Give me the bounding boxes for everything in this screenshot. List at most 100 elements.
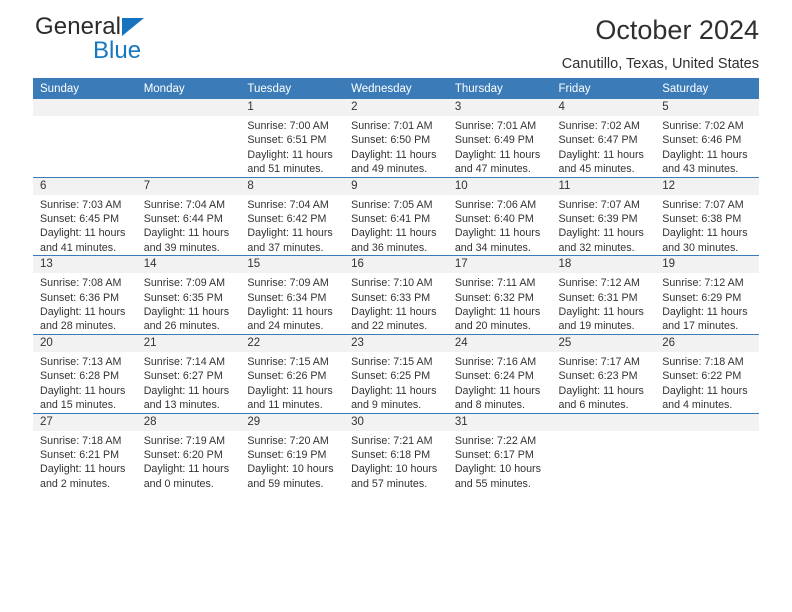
- calendar-day-cell[interactable]: 23 Sunrise: 7:15 AM Sunset: 6:25 PM Dayligh…: [344, 333, 448, 413]
- day-number: 18: [551, 256, 656, 274]
- sunset-text: Sunset: 6:45 PM: [40, 213, 120, 226]
- calendar-day-cell[interactable]: 1 Sunrise: 7:00 AM Sunset: 6:51 PM Daylight…: [240, 99, 345, 177]
- sunset-text: Sunset: 6:44 PM: [143, 213, 223, 226]
- calendar-week-row: 6 Sunrise: 7:03 AM Sunset: 6:45 PM Daylight…: [33, 176, 759, 256]
- page-subtitle: Canutillo, Texas, United States: [561, 56, 759, 72]
- day-sun-info: Sunrise: 7:08 AM Sunset: 6:36 PM Daylight:…: [33, 273, 137, 334]
- day-number: 9: [344, 177, 448, 195]
- day-sun-info: Sunrise: 7:14 AM Sunset: 6:27 PM Daylight:…: [137, 352, 241, 413]
- day-cell-inner: [551, 413, 656, 492]
- day-cell-inner: 22 Sunrise: 7:15 AM Sunset: 6:26 PM Dayligh…: [240, 334, 345, 413]
- sunrise-text: Sunrise: 7:04 AM: [247, 198, 329, 211]
- calendar-day-cell[interactable]: 17 Sunrise: 7:11 AM Sunset: 6:32 PM Dayligh…: [447, 255, 552, 335]
- calendar-day-cell[interactable]: 25 Sunrise: 7:17 AM Sunset: 6:23 PM Dayligh…: [551, 333, 656, 413]
- calendar-day-cell[interactable]: 18 Sunrise: 7:12 AM Sunset: 6:31 PM Dayligh…: [551, 255, 656, 335]
- calendar-day-cell[interactable]: 30 Sunrise: 7:21 AM Sunset: 6:18 PM Dayligh…: [344, 412, 448, 492]
- calendar-day-cell[interactable]: 5 Sunrise: 7:02 AM Sunset: 6:46 PM Daylight…: [655, 99, 759, 177]
- calendar-day-cell[interactable]: 13 Sunrise: 7:08 AM Sunset: 6:36 PM Dayligh…: [33, 255, 137, 335]
- calendar-day-cell[interactable]: 8 Sunrise: 7:04 AM Sunset: 6:42 PM Daylight…: [240, 176, 345, 256]
- sunset-text: Sunset: 6:35 PM: [143, 291, 223, 304]
- daylight-text-line1: Daylight: 11 hours: [558, 227, 644, 240]
- day-sun-info: Sunrise: 7:09 AM Sunset: 6:35 PM Daylight:…: [137, 273, 241, 334]
- day-sun-info: Sunrise: 7:03 AM Sunset: 6:45 PM Daylight:…: [33, 195, 137, 256]
- calendar-day-cell[interactable]: 9 Sunrise: 7:05 AM Sunset: 6:41 PM Daylight…: [344, 176, 448, 256]
- sunrise-text: Sunrise: 7:17 AM: [558, 355, 640, 368]
- day-number: 27: [33, 413, 137, 431]
- day-cell-inner: 21 Sunrise: 7:14 AM Sunset: 6:27 PM Dayligh…: [136, 334, 241, 413]
- calendar-day-cell[interactable]: 3 Sunrise: 7:01 AM Sunset: 6:49 PM Daylight…: [447, 99, 552, 177]
- daylight-text-line2: and 34 minutes.: [454, 241, 531, 254]
- calendar-day-cell[interactable]: 28 Sunrise: 7:19 AM Sunset: 6:20 PM Dayligh…: [136, 412, 241, 492]
- sunrise-text: Sunrise: 7:07 AM: [558, 198, 640, 211]
- daylight-text-line2: and 41 minutes.: [40, 241, 117, 254]
- daylight-text-line1: Daylight: 11 hours: [351, 227, 437, 240]
- daylight-text-line1: Daylight: 11 hours: [351, 384, 437, 397]
- daylight-text-line2: and 49 minutes.: [351, 163, 428, 176]
- day-number: 12: [655, 177, 759, 195]
- calendar-day-cell[interactable]: 4 Sunrise: 7:02 AM Sunset: 6:47 PM Daylight…: [551, 99, 656, 177]
- day-sun-info: Sunrise: 7:18 AM Sunset: 6:22 PM Daylight:…: [655, 352, 759, 413]
- calendar-day-cell[interactable]: 24 Sunrise: 7:16 AM Sunset: 6:24 PM Dayligh…: [447, 333, 552, 413]
- sunset-text: Sunset: 6:23 PM: [558, 370, 638, 383]
- day-sun-info: Sunrise: 7:04 AM Sunset: 6:44 PM Daylight:…: [137, 195, 241, 256]
- day-number: 31: [447, 413, 552, 431]
- sunrise-text: Sunrise: 7:01 AM: [454, 120, 537, 132]
- logo-generalblue[interactable]: General Blue: [33, 13, 263, 73]
- daylight-text-line2: and 45 minutes.: [558, 163, 635, 176]
- calendar-day-cell[interactable]: 14 Sunrise: 7:09 AM Sunset: 6:35 PM Dayligh…: [136, 255, 241, 335]
- calendar-day-cell[interactable]: 26 Sunrise: 7:18 AM Sunset: 6:22 PM Dayligh…: [655, 333, 759, 413]
- day-cell-inner: 14 Sunrise: 7:09 AM Sunset: 6:35 PM Dayligh…: [136, 256, 241, 334]
- weekday-header-thursday: Thursday: [447, 78, 552, 99]
- daylight-text-line1: Daylight: 11 hours: [143, 463, 230, 476]
- sunrise-text: Sunrise: 7:03 AM: [40, 198, 122, 211]
- daylight-text-line1: Daylight: 11 hours: [558, 384, 644, 397]
- calendar-day-cell[interactable]: 2 Sunrise: 7:01 AM Sunset: 6:50 PM Daylight…: [344, 99, 448, 177]
- triangle-icon: [122, 18, 144, 36]
- sunrise-text: Sunrise: 7:22 AM: [454, 434, 537, 447]
- calendar-day-cell[interactable]: 7 Sunrise: 7:04 AM Sunset: 6:44 PM Daylight…: [136, 176, 241, 256]
- calendar-day-cell[interactable]: 15 Sunrise: 7:09 AM Sunset: 6:34 PM Dayligh…: [240, 255, 345, 335]
- calendar-day-cell[interactable]: 16 Sunrise: 7:10 AM Sunset: 6:33 PM Dayligh…: [344, 255, 448, 335]
- calendar-day-cell[interactable]: 11 Sunrise: 7:07 AM Sunset: 6:39 PM Dayligh…: [551, 176, 656, 256]
- sunset-text: Sunset: 6:36 PM: [40, 291, 120, 304]
- day-number: 10: [447, 177, 552, 195]
- daylight-text-line1: Daylight: 11 hours: [247, 227, 333, 240]
- calendar-day-cell[interactable]: 27 Sunrise: 7:18 AM Sunset: 6:21 PM Dayligh…: [33, 412, 137, 492]
- calendar-day-cell[interactable]: 20 Sunrise: 7:13 AM Sunset: 6:28 PM Dayligh…: [33, 333, 137, 413]
- daylight-text-line1: Daylight: 11 hours: [662, 148, 748, 161]
- day-cell-inner: 23 Sunrise: 7:15 AM Sunset: 6:25 PM Dayligh…: [344, 334, 448, 413]
- day-cell-inner: 31 Sunrise: 7:22 AM Sunset: 6:17 PM Dayligh…: [447, 413, 552, 492]
- day-number: 6: [33, 177, 137, 195]
- calendar-day-cell[interactable]: 10 Sunrise: 7:06 AM Sunset: 6:40 PM Dayligh…: [447, 176, 552, 256]
- day-cell-inner: 11 Sunrise: 7:07 AM Sunset: 6:39 PM Dayligh…: [551, 177, 656, 256]
- weekday-header-wednesday: Wednesday: [344, 78, 448, 99]
- daylight-text-line2: and 28 minutes.: [40, 320, 117, 333]
- daylight-text-line1: Daylight: 11 hours: [40, 384, 126, 397]
- calendar-page: General Blue October 2024 Canutillo, Tex…: [0, 0, 792, 612]
- day-sun-info: Sunrise: 7:22 AM Sunset: 6:17 PM Daylight:…: [448, 431, 552, 492]
- sunset-text: Sunset: 6:29 PM: [662, 291, 742, 304]
- day-number: [136, 99, 241, 116]
- day-number: 7: [136, 177, 241, 195]
- calendar-week-row: 20 Sunrise: 7:13 AM Sunset: 6:28 PM Dayligh…: [33, 333, 759, 413]
- daylight-text-line2: and 8 minutes.: [454, 399, 525, 412]
- calendar-day-cell[interactable]: 6 Sunrise: 7:03 AM Sunset: 6:45 PM Daylight…: [33, 176, 137, 256]
- day-number: [655, 413, 759, 431]
- calendar-day-cell[interactable]: 21 Sunrise: 7:14 AM Sunset: 6:27 PM Dayligh…: [136, 333, 241, 413]
- daylight-text-line1: Daylight: 11 hours: [351, 148, 437, 161]
- calendar-day-cell[interactable]: 29 Sunrise: 7:20 AM Sunset: 6:19 PM Dayligh…: [240, 412, 345, 492]
- weekday-header-sunday: Sunday: [33, 78, 137, 99]
- day-cell-inner: 29 Sunrise: 7:20 AM Sunset: 6:19 PM Dayligh…: [240, 413, 345, 492]
- sunrise-text: Sunrise: 7:16 AM: [454, 355, 537, 368]
- calendar-day-cell[interactable]: 12 Sunrise: 7:07 AM Sunset: 6:38 PM Dayligh…: [655, 176, 759, 256]
- sunset-text: Sunset: 6:24 PM: [454, 370, 534, 383]
- day-sun-info: Sunrise: 7:15 AM Sunset: 6:25 PM Daylight:…: [344, 352, 448, 413]
- sunrise-text: Sunrise: 7:09 AM: [143, 277, 226, 290]
- sunset-text: Sunset: 6:17 PM: [454, 448, 534, 461]
- day-cell-inner: 4 Sunrise: 7:02 AM Sunset: 6:47 PM Daylight…: [551, 99, 656, 177]
- calendar-day-cell[interactable]: 19 Sunrise: 7:12 AM Sunset: 6:29 PM Dayligh…: [655, 255, 759, 335]
- calendar-day-cell[interactable]: 22 Sunrise: 7:15 AM Sunset: 6:26 PM Dayligh…: [240, 333, 345, 413]
- sunrise-text: Sunrise: 7:08 AM: [40, 277, 122, 290]
- calendar-day-cell[interactable]: 31 Sunrise: 7:22 AM Sunset: 6:17 PM Dayligh…: [447, 412, 552, 492]
- sunrise-text: Sunrise: 7:21 AM: [351, 434, 433, 447]
